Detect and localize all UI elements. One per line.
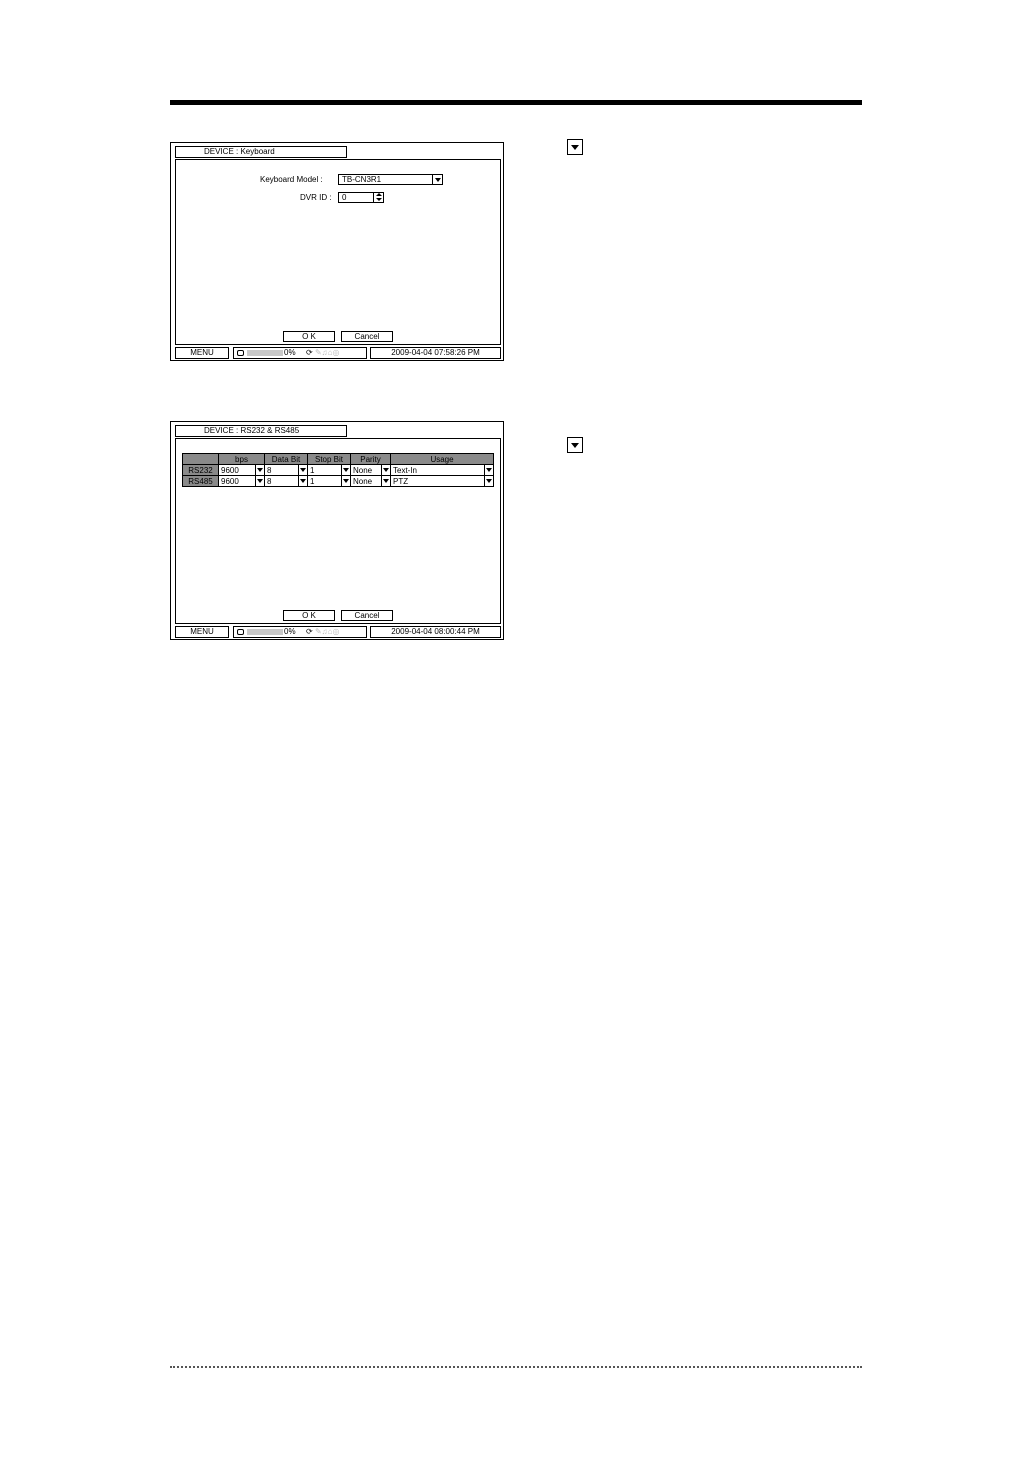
hdd-status: 0% ⟳ ✎♫⌂◎: [233, 347, 367, 359]
port-name: RS232: [182, 464, 219, 476]
chevron-down-icon[interactable]: [298, 476, 307, 486]
dvr-id-value: 0: [342, 193, 347, 202]
parity-select[interactable]: None: [350, 475, 391, 487]
table-header-row: bps Data Bit Stop Bit Parity Usage: [182, 453, 494, 465]
status-icons: ⟳ ✎♫⌂◎: [306, 348, 339, 358]
hdd-icon: [237, 350, 244, 356]
cancel-button[interactable]: Cancel: [341, 610, 393, 621]
chevron-down-icon[interactable]: [341, 465, 350, 475]
menu-button[interactable]: MENU: [175, 347, 229, 359]
bps-value: 9600: [221, 476, 239, 486]
refresh-icon: ⟳: [306, 348, 313, 357]
power-icon: ◎: [332, 627, 340, 636]
chevron-down-icon[interactable]: [255, 476, 264, 486]
chevron-down-icon[interactable]: [381, 476, 390, 486]
datetime-display: 2009-04-04 08:00:44 PM: [370, 626, 501, 638]
chevron-down-icon[interactable]: [484, 465, 493, 475]
data-bit-value: 8: [267, 465, 272, 475]
screen-title: DEVICE : RS232 & RS485: [175, 425, 347, 437]
hdd-status: 0% ⟳ ✎♫⌂◎: [233, 626, 367, 638]
parity-value: None: [353, 465, 373, 475]
hdd-usage-bar: [247, 629, 283, 635]
status-icons: ⟳ ✎♫⌂◎: [306, 627, 339, 637]
refresh-icon: ⟳: [306, 627, 313, 636]
ok-button[interactable]: O K: [283, 610, 335, 621]
power-icon: ◎: [332, 348, 340, 357]
dropdown-arrow-icon: [567, 437, 583, 453]
parity-value: None: [353, 476, 373, 486]
screen-title: DEVICE : Keyboard: [175, 146, 347, 158]
ok-button[interactable]: O K: [283, 331, 335, 342]
status-bar: MENU 0% ⟳ ✎♫⌂◎ 2009-04-04 08:00:44 PM: [175, 626, 501, 638]
network-icon: ✎: [314, 348, 322, 357]
usage-select[interactable]: Text-In: [390, 464, 494, 476]
network-icon: ✎: [314, 627, 322, 636]
column-header-data-bit: Data Bit: [264, 453, 308, 465]
chevron-down-icon[interactable]: [432, 175, 442, 184]
serial-settings-screen: DEVICE : RS232 & RS485 bps Data Bit Stop…: [170, 421, 504, 640]
spinner-arrows-icon[interactable]: [373, 193, 383, 202]
column-header-usage: Usage: [390, 453, 494, 465]
hdd-icon: [237, 629, 244, 635]
port-name: RS485: [182, 475, 219, 487]
cancel-button[interactable]: Cancel: [341, 331, 393, 342]
keyboard-model-label: Keyboard Model :: [260, 175, 323, 184]
chevron-down-icon[interactable]: [298, 465, 307, 475]
keyboard-settings-panel: Keyboard Model : TB-CN3R1 DVR ID : 0 O K…: [175, 159, 501, 345]
data-bit-value: 8: [267, 476, 272, 486]
hdd-usage-percent: 0%: [284, 627, 296, 636]
header-rule: [170, 100, 862, 105]
chevron-down-icon[interactable]: [381, 465, 390, 475]
hdd-usage-percent: 0%: [284, 348, 296, 357]
status-bar: MENU 0% ⟳ ✎♫⌂◎ 2009-04-04 07:58:26 PM: [175, 347, 501, 359]
column-header-parity: Parity: [350, 453, 391, 465]
column-header-bps: bps: [218, 453, 265, 465]
hdd-usage-bar: [247, 350, 283, 356]
stop-bit-select[interactable]: 1: [307, 464, 351, 476]
stop-bit-value: 1: [310, 465, 315, 475]
keyboard-model-select[interactable]: TB-CN3R1: [338, 174, 443, 185]
dvr-id-label: DVR ID :: [300, 193, 332, 202]
bps-select[interactable]: 9600: [218, 464, 265, 476]
stop-bit-value: 1: [310, 476, 315, 486]
menu-button[interactable]: MENU: [175, 626, 229, 638]
datetime-display: 2009-04-04 07:58:26 PM: [370, 347, 501, 359]
column-header-stop-bit: Stop Bit: [307, 453, 351, 465]
chevron-down-icon[interactable]: [255, 465, 264, 475]
keyboard-model-value: TB-CN3R1: [342, 175, 382, 184]
usage-value: Text-In: [393, 465, 418, 475]
serial-port-table: bps Data Bit Stop Bit Parity Usage RS232…: [182, 453, 494, 487]
stop-bit-select[interactable]: 1: [307, 475, 351, 487]
footer-rule: [170, 1366, 862, 1368]
chevron-down-icon[interactable]: [341, 476, 350, 486]
bps-value: 9600: [221, 465, 239, 475]
usage-select[interactable]: PTZ: [390, 475, 494, 487]
chevron-down-icon[interactable]: [484, 476, 493, 486]
table-row: RS232 9600 8 1 None Text-In: [182, 464, 494, 476]
keyboard-settings-screen: DEVICE : Keyboard Keyboard Model : TB-CN…: [170, 142, 504, 361]
parity-select[interactable]: None: [350, 464, 391, 476]
usage-value: PTZ: [393, 476, 409, 486]
bps-select[interactable]: 9600: [218, 475, 265, 487]
dvr-id-spinner[interactable]: 0: [338, 192, 384, 203]
table-row: RS485 9600 8 1 None PTZ: [182, 475, 494, 487]
data-bit-select[interactable]: 8: [264, 475, 308, 487]
dropdown-arrow-icon: [567, 139, 583, 155]
column-header-port: [182, 453, 219, 465]
data-bit-select[interactable]: 8: [264, 464, 308, 476]
serial-settings-panel: bps Data Bit Stop Bit Parity Usage RS232…: [175, 438, 501, 624]
